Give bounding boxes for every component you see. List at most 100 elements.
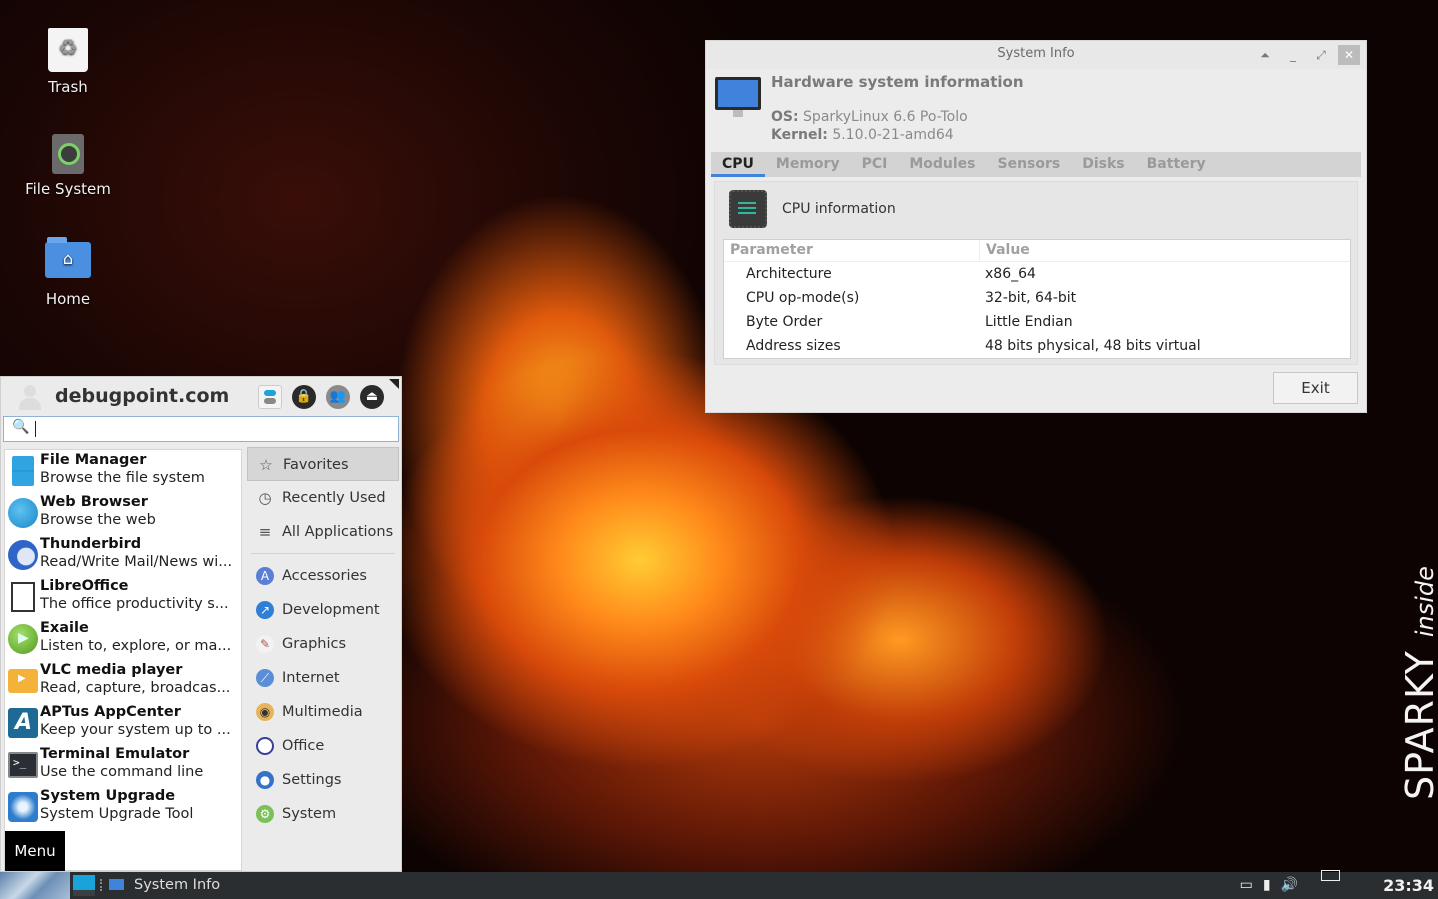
user-name: debugpoint.com <box>55 385 230 407</box>
search-input[interactable] <box>32 419 392 439</box>
terminal-icon <box>8 752 38 778</box>
category-list: ☆ Favorites ◷ Recently Used ≡ All Applicati… <box>247 447 399 831</box>
desktop-icon-trash[interactable]: Trash <box>18 28 118 96</box>
tab-disks[interactable]: Disks <box>1071 152 1135 177</box>
cpu-chip-icon <box>729 190 767 228</box>
column-header-parameter[interactable]: Parameter <box>724 240 980 261</box>
lock-screen-button[interactable]: 🔒 <box>292 385 316 409</box>
maximize-button[interactable]: ⤢ <box>1310 45 1332 65</box>
minimize-button[interactable]: _ <box>1282 45 1304 65</box>
hardware-title: Hardware system information <box>771 73 1024 91</box>
drive-icon <box>52 134 84 174</box>
clipboard-icon[interactable]: ▮ <box>1263 877 1271 893</box>
table-row[interactable]: Architecture x86_64 <box>724 262 1350 286</box>
internet-icon: ⟋ <box>256 669 274 687</box>
list-item[interactable]: Web Browser Browse the web <box>5 492 241 534</box>
watermark-brand: SPARKY <box>1398 650 1438 800</box>
list-item[interactable]: LibreOffice The office productivity s... <box>5 576 241 618</box>
tab-pci[interactable]: PCI <box>851 152 899 177</box>
category-accessories[interactable]: A Accessories <box>247 559 399 593</box>
category-graphics[interactable]: ✎ Graphics <box>247 627 399 661</box>
volume-icon[interactable]: 🔊 <box>1281 877 1298 893</box>
watermark-suffix: inside <box>1411 566 1438 638</box>
list-item[interactable]: File Manager Browse the file system <box>5 450 241 492</box>
system-gear-icon: ⚙ <box>256 805 274 823</box>
cpu-panel: CPU information Parameter Value Architec… <box>714 181 1358 365</box>
application-menu: debugpoint.com 🔒 👥 ⏏ 🔍 File Manager Brows… <box>0 376 402 872</box>
thunderbird-icon <box>8 540 38 570</box>
clock[interactable]: 23:34 <box>1383 876 1434 895</box>
sparky-menu-logo-icon[interactable] <box>0 872 70 899</box>
search-icon: 🔍 <box>12 419 30 435</box>
tab-memory[interactable]: Memory <box>765 152 851 177</box>
desktop-icon-label: Home <box>45 290 91 308</box>
web-browser-icon <box>8 498 38 528</box>
taskbar-separator <box>100 879 102 891</box>
list-item[interactable]: APTus AppCenterKeep your system up to ..… <box>5 702 241 744</box>
office-icon <box>256 737 274 755</box>
aptus-icon <box>8 708 38 738</box>
desktop-icon-home[interactable]: Home <box>18 236 118 308</box>
logout-button[interactable]: ⏏ <box>360 385 384 409</box>
table-row[interactable]: Byte Order Little Endian <box>724 310 1350 334</box>
exaile-icon <box>8 624 38 654</box>
category-internet[interactable]: ⟋ Internet <box>247 661 399 695</box>
shade-button[interactable]: ⏶ <box>1254 45 1276 65</box>
window-title: System Info <box>997 46 1075 61</box>
cpu-table: Parameter Value Architecture x86_64 CPU o… <box>723 239 1351 359</box>
nav-recently-used[interactable]: ◷ Recently Used <box>247 481 399 515</box>
category-office[interactable]: Office <box>247 729 399 763</box>
section-title: CPU information <box>782 201 896 217</box>
desktop-icon-file-system[interactable]: File System <box>18 134 118 198</box>
tab-cpu[interactable]: CPU <box>711 152 765 177</box>
libreoffice-icon <box>11 582 35 612</box>
home-folder-icon <box>45 237 91 278</box>
category-development[interactable]: ↗ Development <box>247 593 399 627</box>
system-tray: ▭ ▮ 🔊 <box>1240 877 1298 893</box>
taskbar-task-system-info[interactable]: System Info <box>134 877 220 893</box>
tab-battery[interactable]: Battery <box>1136 152 1217 177</box>
display-icon[interactable]: ▭ <box>1240 877 1253 893</box>
list-item[interactable]: System Upgrade System Upgrade Tool <box>5 786 241 828</box>
search-field[interactable]: 🔍 <box>3 416 399 442</box>
taskbar: System Info ▭ ▮ 🔊 23:34 <box>0 870 1438 899</box>
switch-user-button[interactable]: 👥 <box>326 385 350 409</box>
desktop-icon-label: Trash <box>48 78 88 96</box>
list-item[interactable]: VLC media playerRead, capture, broadcas.… <box>5 660 241 702</box>
show-desktop-button[interactable] <box>1321 870 1340 881</box>
nav-favorites[interactable]: ☆ Favorites <box>247 447 399 481</box>
workspace-switcher[interactable] <box>73 875 95 896</box>
category-multimedia[interactable]: ◉ Multimedia <box>247 695 399 729</box>
list-item[interactable]: ExaileListen to, explore, or ma... <box>5 618 241 660</box>
exit-button[interactable]: Exit <box>1273 372 1358 404</box>
divider <box>251 553 395 554</box>
kernel-info: Kernel: 5.10.0-21-amd64 <box>771 127 954 143</box>
window-titlebar[interactable]: System Info ⏶ _ ⤢ ✕ <box>706 41 1366 69</box>
category-system[interactable]: ⚙ System <box>247 797 399 831</box>
sparky-watermark: SPARKY inside <box>1398 566 1438 800</box>
column-header-value[interactable]: Value <box>980 240 1030 261</box>
tab-bar: CPU Memory PCI Modules Sensors Disks Bat… <box>711 152 1361 177</box>
close-button[interactable]: ✕ <box>1338 45 1360 65</box>
menu-button[interactable]: Menu <box>5 831 65 871</box>
system-upgrade-icon <box>8 792 38 822</box>
tab-sensors[interactable]: Sensors <box>987 152 1072 177</box>
settings-manager-button[interactable] <box>258 385 282 409</box>
table-row[interactable]: CPU op-mode(s) 32-bit, 64-bit <box>724 286 1350 310</box>
avatar <box>16 383 44 411</box>
list-icon: ≡ <box>258 523 272 541</box>
star-icon: ☆ <box>259 456 273 474</box>
table-row[interactable]: Address sizes 48 bits physical, 48 bits v… <box>724 334 1350 358</box>
favorites-list: File Manager Browse the file system Web B… <box>4 449 242 871</box>
list-item[interactable]: Terminal EmulatorUse the command line <box>5 744 241 786</box>
tab-modules[interactable]: Modules <box>898 152 986 177</box>
nav-all-applications[interactable]: ≡ All Applications <box>247 515 399 549</box>
category-settings[interactable]: ● Settings <box>247 763 399 797</box>
monitor-icon <box>715 77 761 117</box>
list-item[interactable]: Thunderbird Read/Write Mail/News wi... <box>5 534 241 576</box>
file-manager-icon <box>12 456 34 486</box>
menu-resize-handle[interactable] <box>389 379 399 389</box>
desktop-icon-label: File System <box>25 180 111 198</box>
multimedia-icon: ◉ <box>256 703 274 721</box>
system-info-task-icon <box>109 879 124 890</box>
